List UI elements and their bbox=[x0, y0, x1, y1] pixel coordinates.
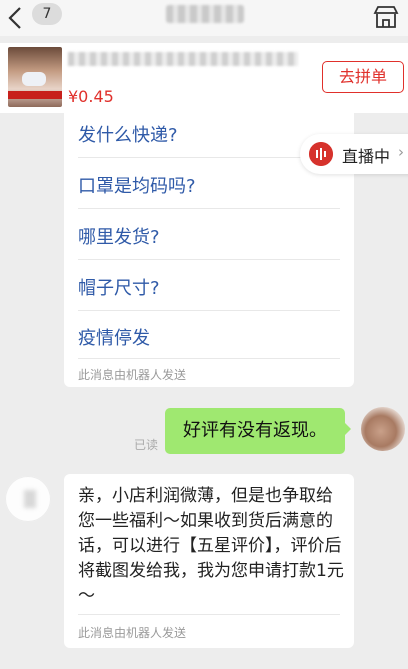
live-label: 直播中 bbox=[342, 147, 391, 166]
bubble-tail bbox=[344, 422, 351, 436]
faq-question[interactable]: 发什么快递? bbox=[78, 121, 178, 147]
mask-shape bbox=[22, 72, 46, 86]
robot-sent-note: 此消息由机器人发送 bbox=[78, 368, 187, 382]
faq-question[interactable]: 帽子尺寸? bbox=[78, 274, 160, 300]
product-thumbnail bbox=[8, 47, 62, 107]
chevron-right-icon: › bbox=[398, 143, 404, 161]
divider bbox=[78, 614, 340, 615]
product-name-redacted bbox=[68, 52, 298, 66]
avatar-redacted bbox=[24, 490, 36, 508]
divider bbox=[78, 259, 340, 260]
product-price: ¥0.45 bbox=[68, 87, 114, 106]
divider bbox=[78, 208, 340, 209]
shop-avatar[interactable] bbox=[5, 476, 51, 522]
live-audio-icon bbox=[309, 142, 333, 166]
back-arrow-icon[interactable] bbox=[6, 6, 26, 30]
read-status: 已读 bbox=[134, 438, 159, 452]
store-icon[interactable] bbox=[372, 4, 400, 30]
bot-reply-text: 亲，小店利润微薄，但是也争取给您一些福利～如果收到货后满意的话，可以进行【五星评… bbox=[78, 486, 344, 606]
unread-count-badge[interactable]: 7 bbox=[32, 3, 62, 25]
chat-title-redacted bbox=[166, 5, 244, 23]
faq-question[interactable]: 疫情停发 bbox=[78, 324, 150, 350]
bot-reply-bubble[interactable]: 亲，小店利润微薄，但是也争取给您一些福利～如果收到货后满意的话，可以进行【五星评… bbox=[64, 474, 354, 648]
divider bbox=[78, 310, 340, 311]
group-buy-button[interactable]: 去拼单 bbox=[322, 61, 404, 93]
thumbnail-banner bbox=[8, 91, 62, 99]
my-message-bubble[interactable]: 好评有没有返现。 bbox=[165, 408, 345, 454]
robot-sent-note: 此消息由机器人发送 bbox=[78, 626, 187, 640]
live-stream-button[interactable]: 直播中 › bbox=[300, 134, 408, 174]
faq-question[interactable]: 哪里发货? bbox=[78, 223, 160, 249]
faq-question[interactable]: 口罩是均码吗? bbox=[78, 172, 196, 198]
my-avatar[interactable] bbox=[361, 407, 405, 451]
divider bbox=[78, 358, 340, 359]
